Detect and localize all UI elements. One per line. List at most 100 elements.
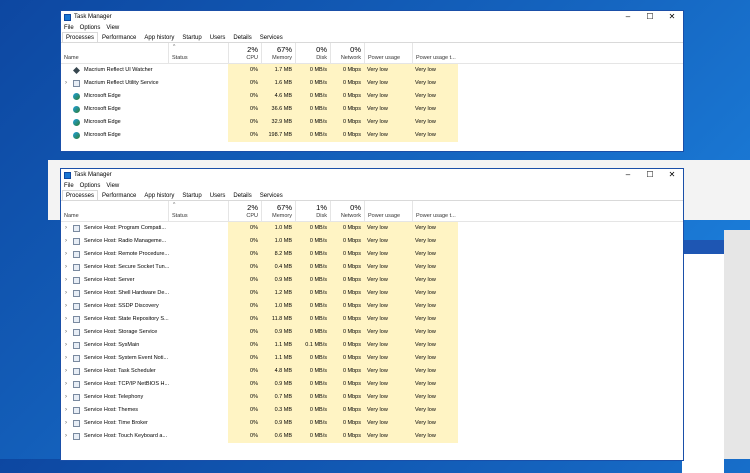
table-row[interactable]: › Service Host: Themes 0% 0.3 MB 0 MB/s 0 Mbp… — [61, 404, 683, 417]
disk-cell: 0 MB/s — [295, 116, 330, 129]
table-row[interactable]: › Service Host: Server 0% 0.9 MB 0 MB/s 0 Mbp… — [61, 274, 683, 287]
tab-details[interactable]: Details — [229, 32, 255, 42]
col-status[interactable]: Status — [168, 201, 228, 221]
expand-chevron-icon[interactable]: › — [65, 365, 67, 378]
title-bar[interactable]: Task Manager – ☐ ✕ — [61, 11, 683, 23]
col-status[interactable]: Status — [168, 43, 228, 63]
col-cpu[interactable]: 2% CPU — [228, 43, 261, 63]
tab-details[interactable]: Details — [229, 190, 255, 200]
minimize-button[interactable]: – — [617, 169, 639, 181]
menu-file[interactable]: File — [64, 25, 74, 31]
menu-view[interactable]: View — [106, 25, 119, 31]
expand-chevron-icon[interactable]: › — [65, 430, 67, 443]
table-row[interactable]: › Service Host: Time Broker 0% 0.9 MB 0 MB/s… — [61, 417, 683, 430]
title-bar[interactable]: Task Manager – ☐ ✕ — [61, 169, 683, 181]
table-row[interactable]: › Service Host: SSDP Discovery 0% 1.0 MB 0 M… — [61, 300, 683, 313]
cpu-cell: 0% — [228, 222, 261, 235]
tab-startup[interactable]: Startup — [178, 32, 205, 42]
table-row[interactable]: › Service Host: Remote Procedure... 0% 8.2 … — [61, 248, 683, 261]
expand-chevron-icon[interactable]: › — [65, 339, 67, 352]
table-row[interactable]: Microsoft Edge 0% 32.9 MB 0 MB/s 0 Mbps Very … — [61, 116, 683, 129]
table-row[interactable]: › Macrium Reflect Utility Service 0% 1.6 MB… — [61, 77, 683, 90]
close-button[interactable]: ✕ — [661, 169, 683, 181]
col-memory[interactable]: 67% Memory — [261, 43, 295, 63]
tab-app-history[interactable]: App history — [140, 190, 178, 200]
col-memory[interactable]: 67% Memory — [261, 201, 295, 221]
table-row[interactable]: › Service Host: SysMain 0% 1.1 MB 0.1 MB/s 0 … — [61, 339, 683, 352]
col-disk[interactable]: 1% Disk — [295, 201, 330, 221]
table-row[interactable]: › Service Host: TCP/IP NetBIOS H... 0% 0.9 … — [61, 378, 683, 391]
col-name[interactable]: Name — [61, 201, 168, 221]
table-row[interactable]: › Service Host: Shell Hardware De... 0% 1.2… — [61, 287, 683, 300]
table-row[interactable]: › Service Host: Telephony 0% 0.7 MB 0 MB/s 0 … — [61, 391, 683, 404]
expand-chevron-icon[interactable]: › — [65, 391, 67, 404]
power-usage-cell: Very low — [364, 339, 412, 352]
table-row[interactable]: Microsoft Edge 0% 36.6 MB 0 MB/s 0 Mbps Very … — [61, 103, 683, 116]
col-power-usage-trend[interactable]: Power usage t... — [412, 43, 458, 63]
col-power-usage-trend[interactable]: Power usage t... — [412, 201, 458, 221]
table-row[interactable]: Macrium Reflect UI Watcher 0% 1.7 MB 0 MB/s… — [61, 64, 683, 77]
tab-services[interactable]: Services — [256, 32, 287, 42]
tab-performance[interactable]: Performance — [98, 190, 140, 200]
tab-services[interactable]: Services — [256, 190, 287, 200]
table-row[interactable]: › Service Host: Radio Manageme... 0% 1.0 MB… — [61, 235, 683, 248]
tab-performance[interactable]: Performance — [98, 32, 140, 42]
col-power-usage[interactable]: Power usage — [364, 201, 412, 221]
minimize-button[interactable]: – — [617, 11, 639, 23]
network-cell: 0 Mbps — [330, 404, 364, 417]
table-row[interactable]: › Service Host: Secure Socket Tun... 0% 0.4… — [61, 261, 683, 274]
process-name: Service Host: Program Compati... — [84, 225, 166, 231]
menu-options[interactable]: Options — [80, 183, 101, 189]
expand-chevron-icon[interactable]: › — [65, 313, 67, 326]
col-disk[interactable]: 0% Disk — [295, 43, 330, 63]
expand-chevron-icon[interactable]: › — [65, 248, 67, 261]
tab-processes[interactable]: Processes — [62, 32, 99, 42]
expand-chevron-icon[interactable]: › — [65, 274, 67, 287]
col-name[interactable]: Name — [61, 43, 168, 63]
table-row[interactable]: Microsoft Edge 0% 4.6 MB 0 MB/s 0 Mbps Very l… — [61, 90, 683, 103]
maximize-button[interactable]: ☐ — [639, 169, 661, 181]
table-row[interactable]: Microsoft Edge 0% 198.7 MB 0 MB/s 0 Mbps Very… — [61, 129, 683, 142]
col-network[interactable]: 0% Network — [330, 43, 364, 63]
table-row[interactable]: › Service Host: Touch Keyboard a... 0% 0.6 … — [61, 430, 683, 443]
table-row[interactable]: › Service Host: Storage Service 0% 0.9 MB 0 … — [61, 326, 683, 339]
maximize-button[interactable]: ☐ — [639, 11, 661, 23]
power-usage-cell: Very low — [364, 417, 412, 430]
tab-users[interactable]: Users — [206, 32, 230, 42]
menu-options[interactable]: Options — [80, 25, 101, 31]
power-usage-cell: Very low — [364, 287, 412, 300]
menu-file[interactable]: File — [64, 183, 74, 189]
expand-chevron-icon[interactable]: › — [65, 287, 67, 300]
expand-chevron-icon[interactable]: › — [65, 300, 67, 313]
disk-cell: 0 MB/s — [295, 103, 330, 116]
expand-chevron-icon[interactable]: › — [65, 77, 67, 90]
col-cpu[interactable]: 2% CPU — [228, 201, 261, 221]
disk-cell: 0 MB/s — [295, 235, 330, 248]
background-dialog — [682, 240, 724, 473]
table-row[interactable]: › Service Host: State Repository S... 0% 11… — [61, 313, 683, 326]
expand-chevron-icon[interactable]: › — [65, 261, 67, 274]
expand-chevron-icon[interactable]: › — [65, 326, 67, 339]
table-row[interactable]: › Service Host: Task Scheduler 0% 4.8 MB 0 M… — [61, 365, 683, 378]
tab-processes[interactable]: Processes — [62, 190, 99, 200]
close-button[interactable]: ✕ — [661, 11, 683, 23]
table-row[interactable]: › Service Host: System Event Noti... 0% 1.1… — [61, 352, 683, 365]
power-usage-cell: Very low — [364, 352, 412, 365]
tab-users[interactable]: Users — [206, 190, 230, 200]
expand-chevron-icon[interactable]: › — [65, 352, 67, 365]
menu-view[interactable]: View — [106, 183, 119, 189]
service-icon — [73, 251, 80, 258]
col-power-usage[interactable]: Power usage — [364, 43, 412, 63]
tab-app-history[interactable]: App history — [140, 32, 178, 42]
network-cell: 0 Mbps — [330, 90, 364, 103]
table-row[interactable]: › Service Host: Program Compati... 0% 1.0 M… — [61, 222, 683, 235]
expand-chevron-icon[interactable]: › — [65, 378, 67, 391]
power-trend-cell: Very low — [412, 287, 458, 300]
edge-icon — [73, 132, 80, 139]
expand-chevron-icon[interactable]: › — [65, 417, 67, 430]
col-network[interactable]: 0% Network — [330, 201, 364, 221]
expand-chevron-icon[interactable]: › — [65, 235, 67, 248]
tab-startup[interactable]: Startup — [178, 190, 205, 200]
expand-chevron-icon[interactable]: › — [65, 222, 67, 235]
expand-chevron-icon[interactable]: › — [65, 404, 67, 417]
